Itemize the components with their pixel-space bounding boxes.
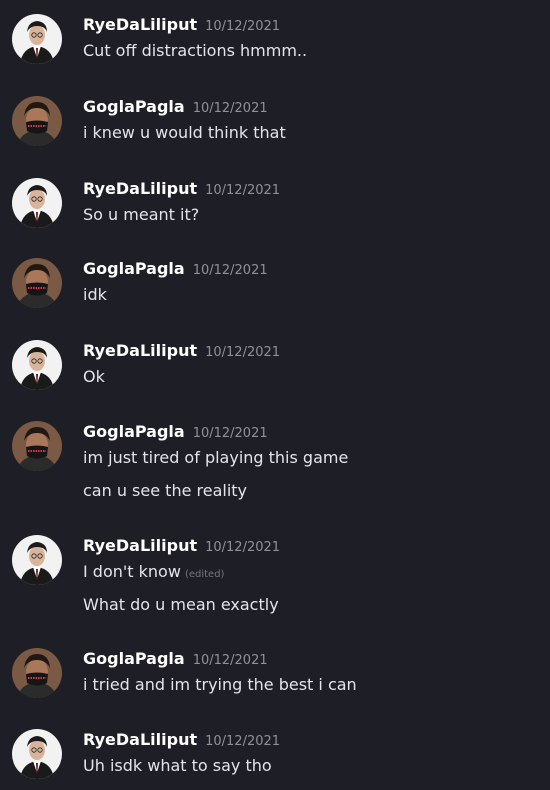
message-text: I don't know (edited)	[83, 561, 224, 586]
username[interactable]: GoglaPagla	[83, 422, 185, 441]
username[interactable]: RyeDaLiliput	[83, 536, 197, 555]
username[interactable]: GoglaPagla	[83, 97, 185, 116]
message-header: RyeDaLiliput 10/12/2021	[83, 340, 280, 362]
username[interactable]: GoglaPagla	[83, 649, 185, 668]
message-text: i tried and im trying the best i can	[83, 675, 357, 694]
timestamp: 10/12/2021	[205, 540, 281, 555]
message-text: Uh isdk what to say tho	[83, 756, 272, 775]
timestamp: 10/12/2021	[192, 426, 268, 441]
username[interactable]: RyeDaLiliput	[83, 730, 197, 749]
harry-potter-avatar-icon[interactable]	[12, 14, 62, 64]
username[interactable]: RyeDaLiliput	[83, 179, 197, 198]
timestamp: 10/12/2021	[205, 183, 281, 198]
message-text: Ok	[83, 367, 105, 386]
message-text: im just tired of playing this game	[83, 448, 349, 467]
message-text: i knew u would think that	[83, 123, 286, 142]
harry-potter-avatar-icon[interactable]	[12, 535, 62, 585]
username[interactable]: RyeDaLiliput	[83, 15, 197, 34]
timestamp: 10/12/2021	[192, 653, 268, 668]
message-header: GoglaPagla 10/12/2021	[83, 648, 268, 670]
message-text: What do u mean exactly	[83, 595, 279, 614]
message-text: can u see the reality	[83, 481, 248, 500]
timestamp: 10/12/2021	[205, 19, 281, 34]
message-header: RyeDaLiliput 10/12/2021	[83, 729, 280, 751]
message-header: GoglaPagla 10/12/2021	[83, 96, 268, 118]
masked-person-avatar-icon[interactable]	[12, 258, 62, 308]
message-text-content: I don't know	[83, 562, 181, 581]
timestamp: 10/12/2021	[192, 101, 268, 116]
message-header: RyeDaLiliput 10/12/2021	[83, 14, 280, 36]
message-header: RyeDaLiliput 10/12/2021	[83, 535, 280, 557]
message-header: GoglaPagla 10/12/2021	[83, 258, 268, 280]
timestamp: 10/12/2021	[205, 734, 281, 749]
message-header: RyeDaLiliput 10/12/2021	[83, 178, 280, 200]
message-text: idk	[83, 285, 107, 304]
masked-person-avatar-icon[interactable]	[12, 648, 62, 698]
timestamp: 10/12/2021	[205, 345, 281, 360]
edited-label: (edited)	[184, 569, 225, 580]
message-text: Cut off distractions hmmm..	[83, 41, 308, 60]
harry-potter-avatar-icon[interactable]	[12, 340, 62, 390]
timestamp: 10/12/2021	[192, 263, 268, 278]
message-text: So u meant it?	[83, 205, 200, 224]
masked-person-avatar-icon[interactable]	[12, 96, 62, 146]
message-header: GoglaPagla 10/12/2021	[83, 421, 268, 443]
harry-potter-avatar-icon[interactable]	[12, 729, 62, 779]
harry-potter-avatar-icon[interactable]	[12, 178, 62, 228]
masked-person-avatar-icon[interactable]	[12, 421, 62, 471]
username[interactable]: RyeDaLiliput	[83, 341, 197, 360]
username[interactable]: GoglaPagla	[83, 259, 185, 278]
